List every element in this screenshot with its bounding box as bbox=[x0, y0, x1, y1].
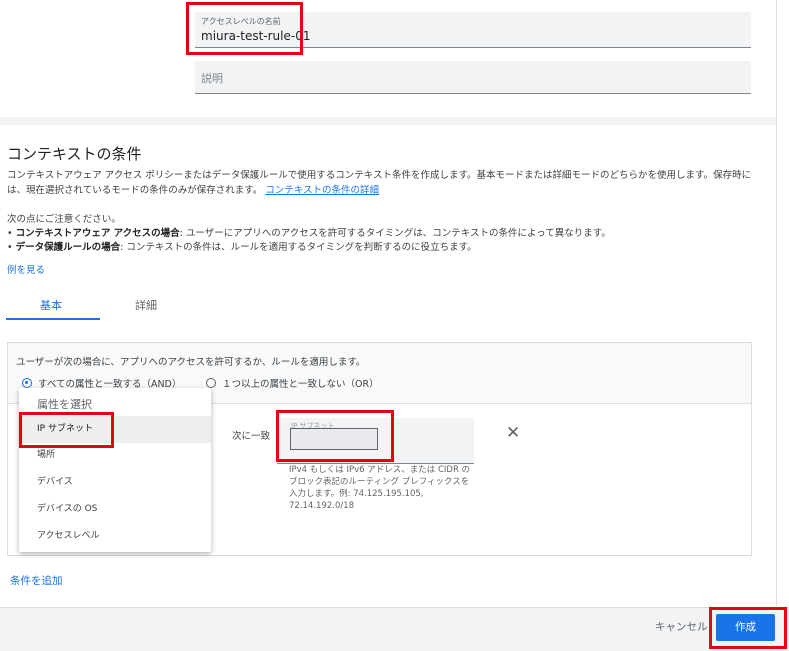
section-separator bbox=[0, 117, 776, 125]
tab-basic[interactable]: 基本 bbox=[40, 297, 62, 313]
dropdown-item-device-os[interactable]: デバイスの OS bbox=[19, 496, 211, 523]
note-heading: 次の点にご注意ください。 bbox=[7, 214, 121, 225]
highlight-box-ip bbox=[276, 410, 394, 462]
context-details-link[interactable]: コンテキストの条件の詳細 bbox=[265, 185, 379, 196]
dropdown-label: 属性を選択 bbox=[37, 398, 92, 411]
right-divider bbox=[776, 0, 777, 606]
radio-checked-icon bbox=[22, 378, 32, 388]
radio-or-label: １つ以上の属性と一致しない（OR） bbox=[222, 379, 379, 390]
highlight-box-name bbox=[186, 2, 303, 55]
description-field[interactable]: 説明 bbox=[195, 61, 751, 94]
close-icon[interactable]: ✕ bbox=[506, 423, 520, 443]
tab-active-indicator bbox=[6, 318, 100, 320]
notes: 次の点にご注意ください。 • コンテキストアウェア アクセスの場合: ユーザーに… bbox=[7, 213, 767, 255]
highlight-box-dropdown bbox=[19, 412, 114, 448]
match-label: 次に一致 bbox=[232, 431, 271, 442]
highlight-box-create bbox=[709, 607, 787, 649]
note-bullet-2: • データ保護ルールの場合: コンテキストの条件は、ルールを適用するタイミングを… bbox=[7, 242, 477, 253]
description-placeholder: 説明 bbox=[201, 72, 223, 85]
radio-or[interactable]: １つ以上の属性と一致しない（OR） bbox=[206, 376, 379, 390]
tab-detail[interactable]: 詳細 bbox=[135, 297, 157, 313]
ip-subnet-help: IPv4 もしくは IPv6 アドレス、または CIDR のブロック表記のルーテ… bbox=[289, 465, 471, 511]
dropdown-item-access-level[interactable]: アクセスレベル bbox=[19, 523, 211, 550]
dropdown-item-device[interactable]: デバイス bbox=[19, 469, 211, 496]
section-title: コンテキストの条件 bbox=[7, 145, 142, 163]
see-example-link[interactable]: 例を見る bbox=[7, 262, 45, 276]
note-bullet-1: • コンテキストアウェア アクセスの場合: ユーザーにアプリへのアクセスを許可す… bbox=[7, 228, 611, 239]
cancel-button[interactable]: キャンセル bbox=[655, 619, 708, 634]
section-description: コンテキストアウェア アクセス ポリシーまたはデータ保護ルールで使用するコンテキ… bbox=[7, 170, 752, 196]
radio-unchecked-icon bbox=[206, 378, 216, 388]
access-level-card: アクセスレベルの名前 miura-test-rule-01 説明 bbox=[0, 0, 776, 118]
condition-intro: ユーザーが次の場合に、アプリへのアクセスを許可するか、ルールを適用します。 bbox=[16, 357, 366, 368]
add-condition-link[interactable]: 条件を追加 bbox=[10, 573, 63, 588]
